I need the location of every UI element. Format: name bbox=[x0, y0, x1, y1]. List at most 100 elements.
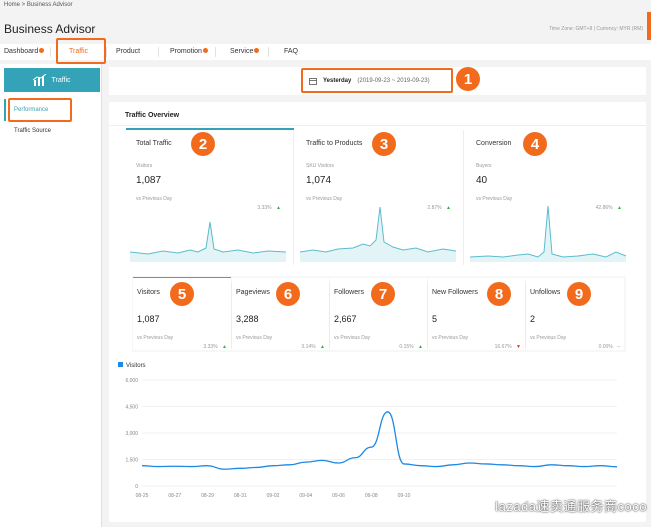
callout-badge-1: 1 bbox=[456, 67, 480, 91]
edge-marker bbox=[647, 12, 651, 40]
calendar-icon bbox=[309, 78, 317, 85]
metric-compare: vs Previous Day bbox=[334, 335, 371, 341]
active-indicator bbox=[4, 99, 6, 121]
metric-title: Visitors bbox=[137, 289, 160, 296]
tab-dashboard[interactable]: Dashboard bbox=[4, 48, 45, 55]
metric-compare: vs Previous Day bbox=[432, 335, 469, 341]
flat-dash-icon: – bbox=[617, 344, 620, 350]
x-tick-label: 09-04 bbox=[299, 493, 312, 499]
sparkline-area bbox=[130, 222, 286, 262]
metric-change: 16.67% ▼ bbox=[495, 335, 521, 353]
sparkline-traffic-to-products bbox=[299, 206, 457, 262]
legend-label: Visitors bbox=[126, 363, 146, 369]
timezone-text: Time Zone: GMT+8 | Currency: MYR (RM) bbox=[548, 26, 643, 32]
x-tick-label: 08-27 bbox=[168, 493, 181, 499]
callout-badge-4: 4 bbox=[523, 132, 547, 156]
y-tick-label: 1,500 bbox=[125, 458, 138, 464]
tab-product[interactable]: Product bbox=[116, 48, 140, 55]
tab-dashboard-label: Dashboard bbox=[4, 48, 39, 55]
metric-value: 3,288 bbox=[236, 314, 259, 324]
change-value: 0.00% bbox=[598, 344, 613, 350]
callout-badge-6: 6 bbox=[276, 282, 300, 306]
x-tick-label: 09-10 bbox=[398, 493, 411, 499]
breadcrumb: Home > Business Advisor bbox=[4, 2, 73, 8]
x-tick-label: 08-31 bbox=[234, 493, 247, 499]
tab-faq[interactable]: FAQ bbox=[284, 48, 298, 55]
nav-divider bbox=[268, 47, 269, 57]
metric-value: 2,667 bbox=[334, 314, 357, 324]
metric-compare: vs Previous Day bbox=[236, 335, 273, 341]
metric-title: New Followers bbox=[432, 289, 478, 296]
metric-change: 3.33% ▲ bbox=[203, 335, 227, 353]
legend-swatch bbox=[118, 362, 123, 367]
callout-badge-8: 8 bbox=[487, 282, 511, 306]
metric-change: 0.15% ▲ bbox=[399, 335, 423, 353]
notification-dot bbox=[39, 48, 45, 53]
nav-divider bbox=[106, 47, 107, 57]
callout-badge-9: 9 bbox=[567, 282, 591, 306]
change-value: 3.33% bbox=[203, 344, 218, 350]
watermark: lazada速卖通服务商coco bbox=[495, 499, 647, 514]
tab-faq-label: FAQ bbox=[284, 48, 299, 55]
card-value: 1,074 bbox=[306, 175, 332, 186]
y-tick-label: 3,000 bbox=[125, 431, 138, 437]
metric-compare: vs Previous Day bbox=[530, 335, 567, 341]
arrow-up-icon: ▲ bbox=[276, 205, 281, 211]
nav-divider bbox=[158, 47, 159, 57]
metric-compare: vs Previous Day bbox=[137, 335, 174, 341]
card-title: Traffic to Products bbox=[306, 140, 363, 147]
tab-service[interactable]: Service bbox=[230, 48, 260, 55]
date-picker-content: Yesterday (2019-09-23 ~ 2019-09-23) bbox=[309, 77, 430, 85]
card-value: 1,087 bbox=[136, 175, 162, 186]
card-subtitle: Visitors bbox=[136, 163, 153, 169]
metric-title: Followers bbox=[334, 289, 364, 296]
notification-dot bbox=[202, 48, 208, 53]
sparkline-conversion bbox=[469, 205, 627, 262]
card-value: 40 bbox=[476, 175, 488, 186]
metric-value: 2 bbox=[530, 314, 536, 324]
x-tick-label: 09-02 bbox=[267, 493, 280, 499]
sidebar-item-traffic-source[interactable]: Traffic Source bbox=[14, 128, 51, 134]
x-tick-label: 09-08 bbox=[365, 493, 378, 499]
card-title: Total Traffic bbox=[136, 140, 172, 147]
tab-product-label: Product bbox=[116, 48, 141, 55]
metric-value: 1,087 bbox=[137, 314, 160, 324]
metric-new-followers[interactable]: New Followers 5 vs Previous Day 16.67% ▼ bbox=[428, 278, 525, 350]
change-value: 3.14% bbox=[301, 344, 316, 350]
metric-change: 3.14% ▲ bbox=[301, 335, 325, 353]
chart-up-icon bbox=[33, 74, 47, 86]
tab-promotion[interactable]: Promotion bbox=[170, 48, 208, 55]
metric-title: Unfollows bbox=[530, 289, 561, 296]
highlight-traffic-tab bbox=[56, 38, 106, 64]
page-title: Business Advisor bbox=[4, 22, 96, 36]
overview-title: Traffic Overview bbox=[125, 112, 180, 119]
nav-divider bbox=[215, 47, 216, 57]
card-conversion[interactable]: Conversion Buyers 40 vs Previous Day 42.… bbox=[466, 130, 634, 265]
callout-badge-2: 2 bbox=[191, 132, 215, 156]
x-tick-label: 08-25 bbox=[136, 493, 149, 499]
nav-divider bbox=[50, 47, 51, 57]
tab-promotion-label: Promotion bbox=[170, 48, 202, 55]
arrow-down-icon: ▼ bbox=[516, 344, 521, 350]
card-title: Conversion bbox=[476, 140, 512, 147]
sidebar-header[interactable]: Traffic bbox=[4, 68, 100, 92]
tab-service-label: Service bbox=[230, 48, 254, 55]
callout-badge-3: 3 bbox=[372, 132, 396, 156]
card-compare: vs Previous Day bbox=[136, 196, 173, 202]
date-label: Yesterday bbox=[323, 78, 352, 84]
y-tick-label: 4,500 bbox=[125, 405, 138, 411]
card-subtitle: Buyers bbox=[476, 163, 492, 169]
arrow-up-icon: ▲ bbox=[418, 344, 423, 350]
change-value: 0.15% bbox=[399, 344, 414, 350]
callout-badge-7: 7 bbox=[371, 282, 395, 306]
arrow-up-icon: ▲ bbox=[320, 344, 325, 350]
visitors-line-chart: Visitors 0 1,500 3,000 4,500 6,000 08-25 08-27 0… bbox=[118, 362, 618, 499]
callout-badge-5: 5 bbox=[170, 282, 194, 306]
change-value: 3.33% bbox=[257, 205, 272, 211]
sparkline-area bbox=[470, 206, 626, 262]
metric-value: 5 bbox=[432, 314, 438, 324]
x-tick-label: 08-29 bbox=[201, 493, 214, 499]
change-value: 16.67% bbox=[494, 344, 512, 350]
date-range: (2019-09-23 ~ 2019-09-23) bbox=[357, 78, 430, 84]
y-tick-label: 0 bbox=[135, 484, 138, 490]
